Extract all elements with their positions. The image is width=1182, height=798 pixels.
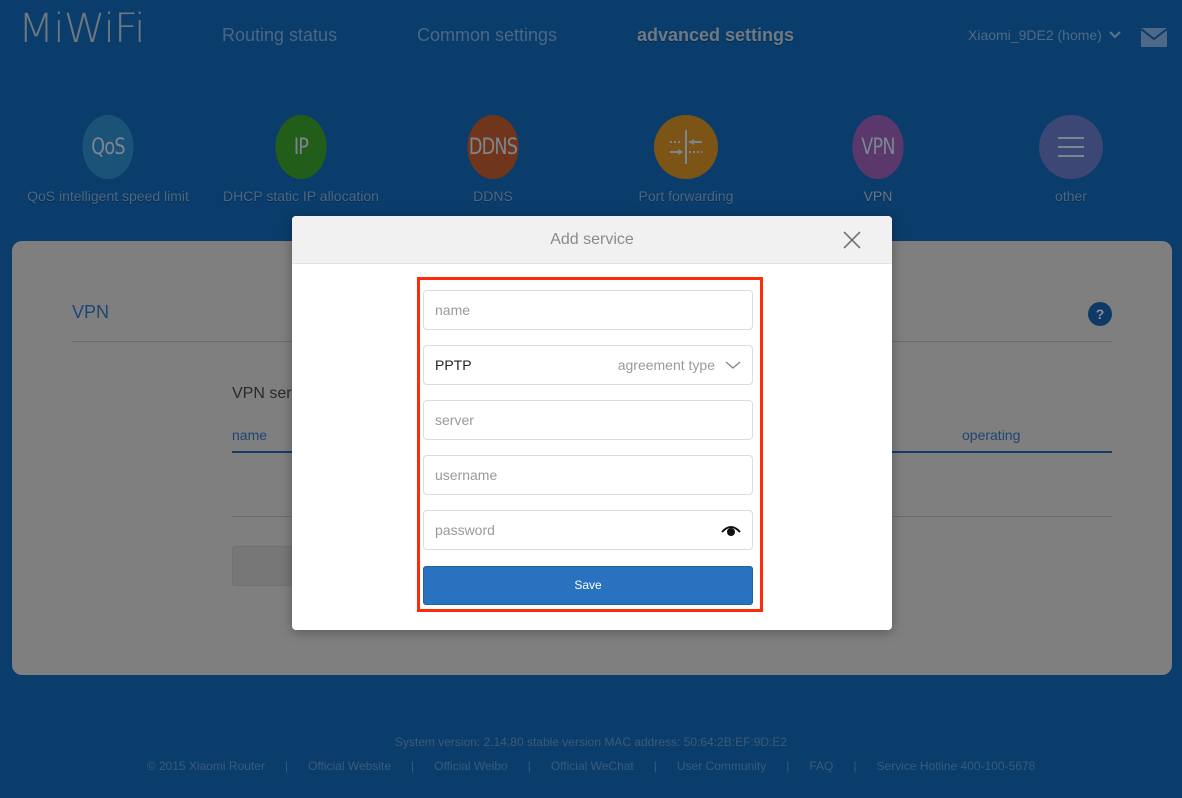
- server-field[interactable]: [423, 400, 753, 440]
- password-input[interactable]: [435, 522, 721, 538]
- protocol-select[interactable]: PPTP agreement type: [423, 345, 753, 385]
- username-field[interactable]: [423, 455, 753, 495]
- password-field[interactable]: [423, 510, 753, 550]
- eye-icon[interactable]: [721, 523, 741, 537]
- save-button[interactable]: Save: [423, 566, 753, 605]
- name-field[interactable]: [423, 290, 753, 330]
- protocol-hint: agreement type: [617, 357, 715, 373]
- username-input[interactable]: [435, 467, 741, 483]
- server-input[interactable]: [435, 412, 741, 428]
- name-input[interactable]: [435, 302, 741, 318]
- chevron-down-icon: [725, 361, 741, 369]
- protocol-value: PPTP: [435, 357, 472, 373]
- dialog-header: Add service: [292, 216, 892, 264]
- add-service-dialog: Add service PPTP agreement type Save: [292, 216, 892, 630]
- close-icon[interactable]: [842, 230, 862, 250]
- dialog-title: Add service: [550, 231, 634, 248]
